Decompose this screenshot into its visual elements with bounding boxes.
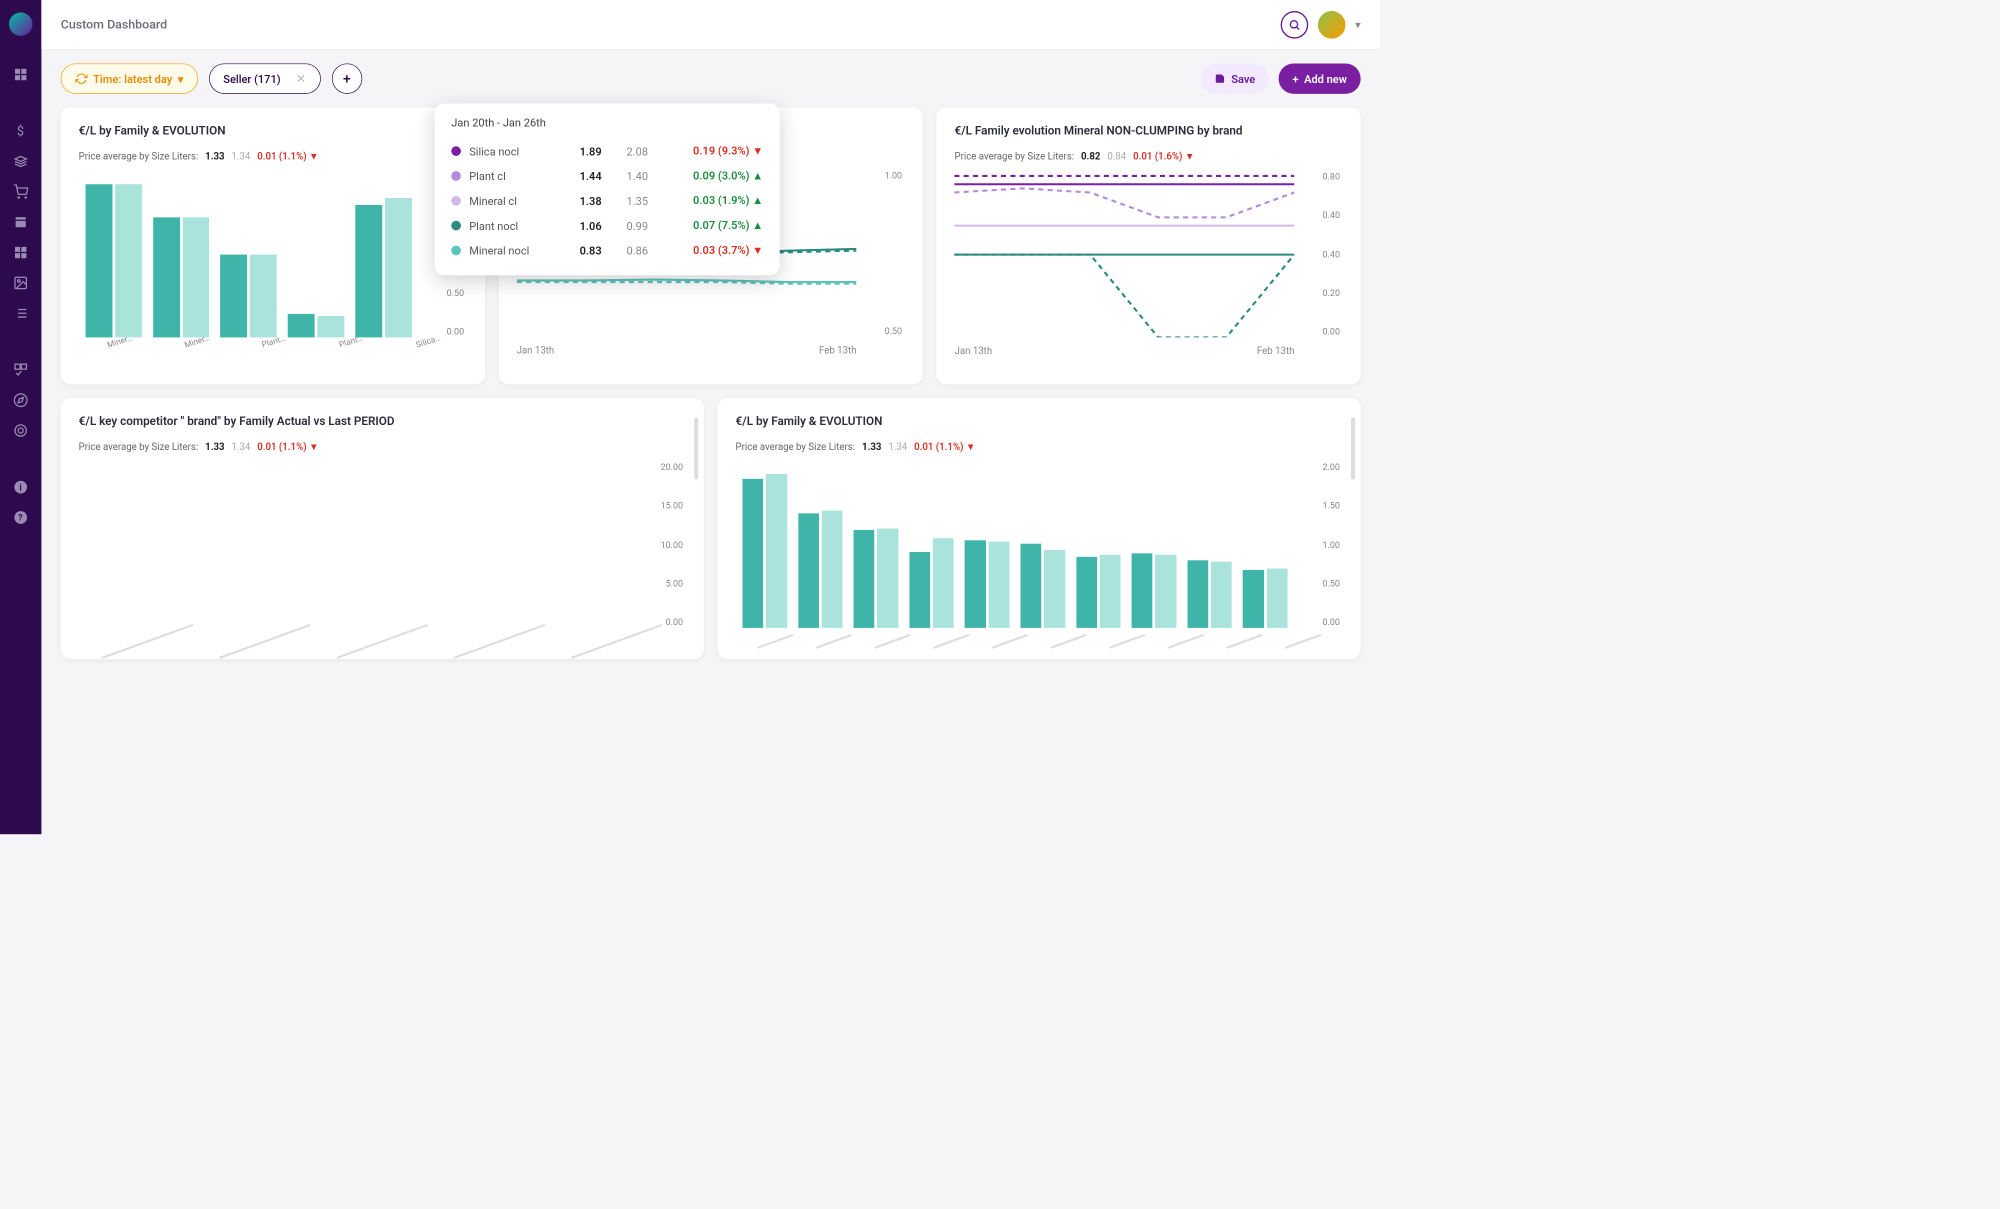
card-family-evolution-bar-2: €/L by Family & EVOLUTION Price average …: [718, 398, 1361, 659]
nav-compass-icon[interactable]: [8, 388, 33, 413]
search-icon: [1288, 18, 1300, 30]
avatar[interactable]: [1318, 11, 1346, 39]
svg-text:i: i: [19, 483, 21, 493]
card-title: €/L by Family & EVOLUTION: [736, 415, 1343, 429]
add-new-label: Add new: [1304, 72, 1347, 85]
chart-tooltip: Jan 20th - Jan 26th Silica nocl 1.89 2.0…: [435, 104, 780, 276]
svg-text:?: ?: [18, 514, 23, 524]
nav-cart-icon[interactable]: [8, 179, 33, 204]
card-competitor-stacked: €/L key competitor " brand" by Family Ac…: [61, 398, 704, 659]
card-title: €/L Family evolution Mineral NON-CLUMPIN…: [955, 124, 1343, 138]
save-label: Save: [1231, 72, 1255, 85]
svg-text:$: $: [17, 125, 24, 139]
time-filter-label: Time: latest day: [93, 72, 172, 85]
filter-bar: Time: latest day ▾ Seller (171) ✕ + Save…: [41, 50, 1380, 108]
chart-c1: 2.001.501.000.500.00: [79, 172, 467, 338]
nav-target-icon[interactable]: [8, 418, 33, 443]
card-meta: Price average by Size Liters: 1.33 1.34 …: [736, 441, 1343, 453]
page-title: Custom Dashboard: [61, 17, 167, 31]
chart-c4: 20.0015.0010.005.000.00: [79, 462, 686, 628]
seller-filter-label: Seller (171): [223, 72, 280, 85]
chart-c5: 2.001.501.000.500.00: [736, 462, 1343, 628]
card-brand-line: €/L Family evolution Mineral NON-CLUMPIN…: [937, 108, 1361, 385]
nav-stack-icon[interactable]: [8, 149, 33, 174]
topbar: Custom Dashboard ▾: [41, 0, 1380, 50]
seller-filter[interactable]: Seller (171) ✕: [209, 63, 321, 93]
card-title: €/L key competitor " brand" by Family Ac…: [79, 415, 686, 429]
search-button[interactable]: [1281, 11, 1309, 39]
card-title: €/L by Family & EVOLUTION: [79, 124, 467, 138]
card-meta: Price average by Size Liters: 1.33 1.34 …: [79, 441, 686, 453]
logo: [9, 12, 32, 35]
scrollbar[interactable]: [1351, 417, 1355, 479]
save-icon: [1215, 73, 1226, 84]
time-filter[interactable]: Time: latest day ▾: [61, 63, 198, 93]
add-new-button[interactable]: + Add new: [1279, 63, 1361, 93]
chart-c3: 0.800.400.400.200.00: [955, 172, 1343, 338]
nav-pricing-icon[interactable]: $: [8, 119, 33, 144]
sidebar: $ i ?: [0, 0, 41, 834]
card-meta: Price average by Size Liters: 1.33 1.34 …: [79, 150, 467, 162]
nav-info-icon[interactable]: i: [8, 475, 33, 500]
close-icon[interactable]: ✕: [296, 71, 306, 85]
refresh-icon: [75, 72, 87, 84]
nav-help-icon[interactable]: ?: [8, 505, 33, 530]
tooltip-title: Jan 20th - Jan 26th: [451, 116, 763, 129]
card-family-evolution-bar: €/L by Family & EVOLUTION Price average …: [61, 108, 485, 385]
nav-grid-icon[interactable]: [8, 240, 33, 265]
scrollbar[interactable]: [694, 417, 698, 479]
card-meta: Price average by Size Liters: 0.82 0.84 …: [955, 150, 1343, 162]
nav-image-icon[interactable]: [8, 270, 33, 295]
nav-dashboard-icon[interactable]: [8, 62, 33, 87]
nav-store-icon[interactable]: [8, 210, 33, 235]
nav-check-icon[interactable]: [8, 357, 33, 382]
nav-list-icon[interactable]: [8, 301, 33, 326]
save-button[interactable]: Save: [1201, 63, 1269, 93]
plus-icon: +: [1292, 72, 1298, 85]
add-filter-button[interactable]: +: [332, 63, 362, 93]
chevron-down-icon: ▾: [178, 72, 184, 85]
chevron-down-icon[interactable]: ▾: [1355, 18, 1361, 31]
